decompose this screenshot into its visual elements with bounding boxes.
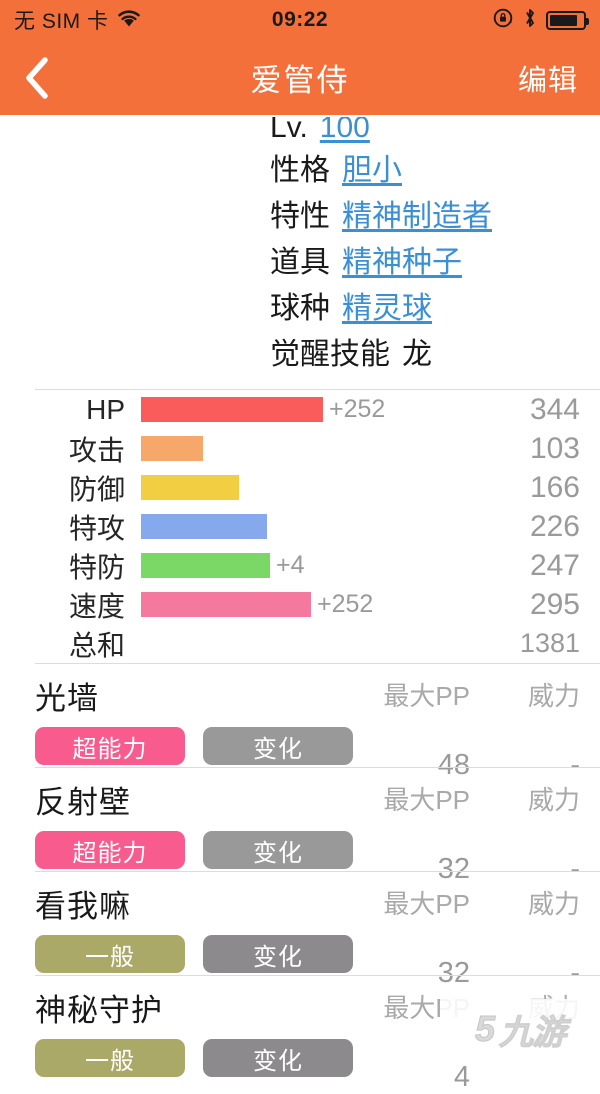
stat-label: HP [86, 393, 125, 425]
chevron-left-icon [26, 56, 48, 99]
info-label: 特性 [270, 200, 330, 233]
move-type-badge[interactable]: 一般 [35, 935, 185, 973]
move-type-badge[interactable]: 超能力 [35, 727, 185, 765]
stats-table: HP +252 344 攻击 103 防御 166 特攻 226 特防 +4 247 速度 +252 295… [35, 389, 600, 663]
move-power-column: 威力 [470, 988, 580, 1094]
move-power-header: 威力 [527, 681, 580, 711]
info-label: 性格 [270, 154, 330, 187]
stat-bar [141, 475, 239, 500]
move-row[interactable]: 看我嘛 一般 变化 最大PP 32 威力 - [35, 871, 600, 989]
status-bar-right [492, 7, 589, 34]
move-power-header: 威力 [527, 889, 580, 919]
stat-total-value: 1381 [519, 628, 580, 658]
stat-bar-wrap: +4 [141, 551, 305, 580]
info-label: 道具 [270, 246, 330, 279]
info-value: 龙 [402, 338, 432, 371]
stat-bar [141, 592, 311, 617]
stat-bar-wrap: +252 [141, 395, 385, 424]
back-button[interactable] [22, 55, 66, 101]
info-label: Lv. [270, 117, 308, 144]
info-value[interactable]: 100 [320, 117, 370, 145]
stat-bar-wrap [141, 436, 203, 461]
move-pp-value: 4 [453, 1061, 470, 1093]
stat-ev-label: +252 [317, 590, 374, 618]
info-value[interactable]: 胆小 [342, 145, 402, 189]
info-value[interactable]: 精神制造者 [342, 191, 492, 235]
move-row[interactable]: 光墙 超能力 变化 最大PP 48 威力 - [35, 663, 600, 781]
move-category-badge[interactable]: 变化 [203, 831, 353, 869]
stat-value: 103 [529, 431, 580, 465]
info-label: 觉醒技能 [270, 338, 390, 371]
move-category-badge[interactable]: 变化 [203, 935, 353, 973]
move-row[interactable]: 神秘守护 一般 变化 最大PP 4 威力 [35, 975, 600, 1093]
info-row: 球种 精灵球 [0, 283, 600, 329]
stat-row-total: 总和 1381 [35, 624, 600, 663]
info-row: 觉醒技能龙 [0, 329, 600, 375]
rotation-lock-icon [492, 7, 514, 34]
info-label: 球种 [270, 292, 330, 325]
info-row: 特性 精神制造者 [0, 191, 600, 237]
stat-bar [141, 514, 267, 539]
wifi-icon [116, 8, 142, 33]
status-bar: 无 SIM 卡 09:22 [0, 0, 600, 40]
stat-bar [141, 436, 203, 461]
status-bar-left: 无 SIM 卡 [14, 5, 142, 35]
stat-value: 247 [529, 548, 580, 582]
move-power-header: 威力 [527, 993, 580, 1023]
page-title: 爱管侍 [250, 63, 350, 98]
move-pp-header: 最大PP [383, 785, 470, 815]
move-power-header: 威力 [527, 785, 580, 815]
stat-bar [141, 397, 323, 422]
stat-row: 防御 166 [35, 468, 600, 507]
stat-ev-label: +4 [276, 551, 305, 579]
stat-value: 344 [529, 392, 580, 426]
battery-icon [546, 10, 589, 30]
info-row: 性格 胆小 [0, 145, 600, 191]
move-category-badge[interactable]: 变化 [203, 727, 353, 765]
move-pp-header: 最大PP [383, 681, 470, 711]
stat-row: 速度 +252 295 [35, 585, 600, 624]
stat-label: 速度 [68, 590, 125, 622]
info-row: Lv. 100 [0, 117, 600, 145]
stat-ev-label: +252 [329, 395, 386, 423]
stat-label: 攻击 [68, 434, 125, 466]
stat-value: 295 [529, 587, 580, 621]
stat-label: 防御 [68, 473, 125, 505]
move-type-badge[interactable]: 一般 [35, 1039, 185, 1077]
pokemon-info-list: Lv. 100 性格 胆小 特性 精神制造者 道具 精神种子 球种 精灵球 觉醒技能龙 [0, 115, 600, 375]
stat-row: 特攻 226 [35, 507, 600, 546]
move-pp-header: 最大PP [383, 993, 470, 1023]
nav-bar: 爱管侍 编辑 [0, 40, 600, 115]
info-value[interactable]: 精灵球 [342, 283, 432, 327]
stat-total-label: 总和 [68, 629, 125, 661]
stat-value: 166 [529, 470, 580, 504]
stat-bar-wrap: +252 [141, 590, 373, 619]
moves-list: 光墙 超能力 变化 最大PP 48 威力 - 反射壁 超能力 变化 最大PP 32 威力 - 看我嘛 一般 变化… [35, 663, 600, 1093]
stat-value: 226 [529, 509, 580, 543]
edit-button[interactable]: 编辑 [518, 57, 578, 99]
carrier-label: 无 SIM 卡 [14, 10, 109, 33]
stat-row: 攻击 103 [35, 429, 600, 468]
move-stat-columns: 最大PP 4 威力 [350, 988, 580, 1094]
stat-row: 特防 +4 247 [35, 546, 600, 585]
move-row[interactable]: 反射壁 超能力 变化 最大PP 32 威力 - [35, 767, 600, 885]
move-pp-header: 最大PP [383, 889, 470, 919]
stat-bar-wrap [141, 514, 267, 539]
stat-label: 特防 [68, 551, 125, 583]
stat-bar-wrap [141, 475, 239, 500]
move-type-badge[interactable]: 超能力 [35, 831, 185, 869]
stat-label: 特攻 [68, 512, 125, 544]
bluetooth-icon [523, 7, 537, 34]
move-category-badge[interactable]: 变化 [203, 1039, 353, 1077]
stat-row: HP +252 344 [35, 390, 600, 429]
stat-bar [141, 553, 270, 578]
info-row: 道具 精神种子 [0, 237, 600, 283]
info-value[interactable]: 精神种子 [342, 237, 462, 281]
move-pp-column: 最大PP 4 [350, 988, 470, 1094]
